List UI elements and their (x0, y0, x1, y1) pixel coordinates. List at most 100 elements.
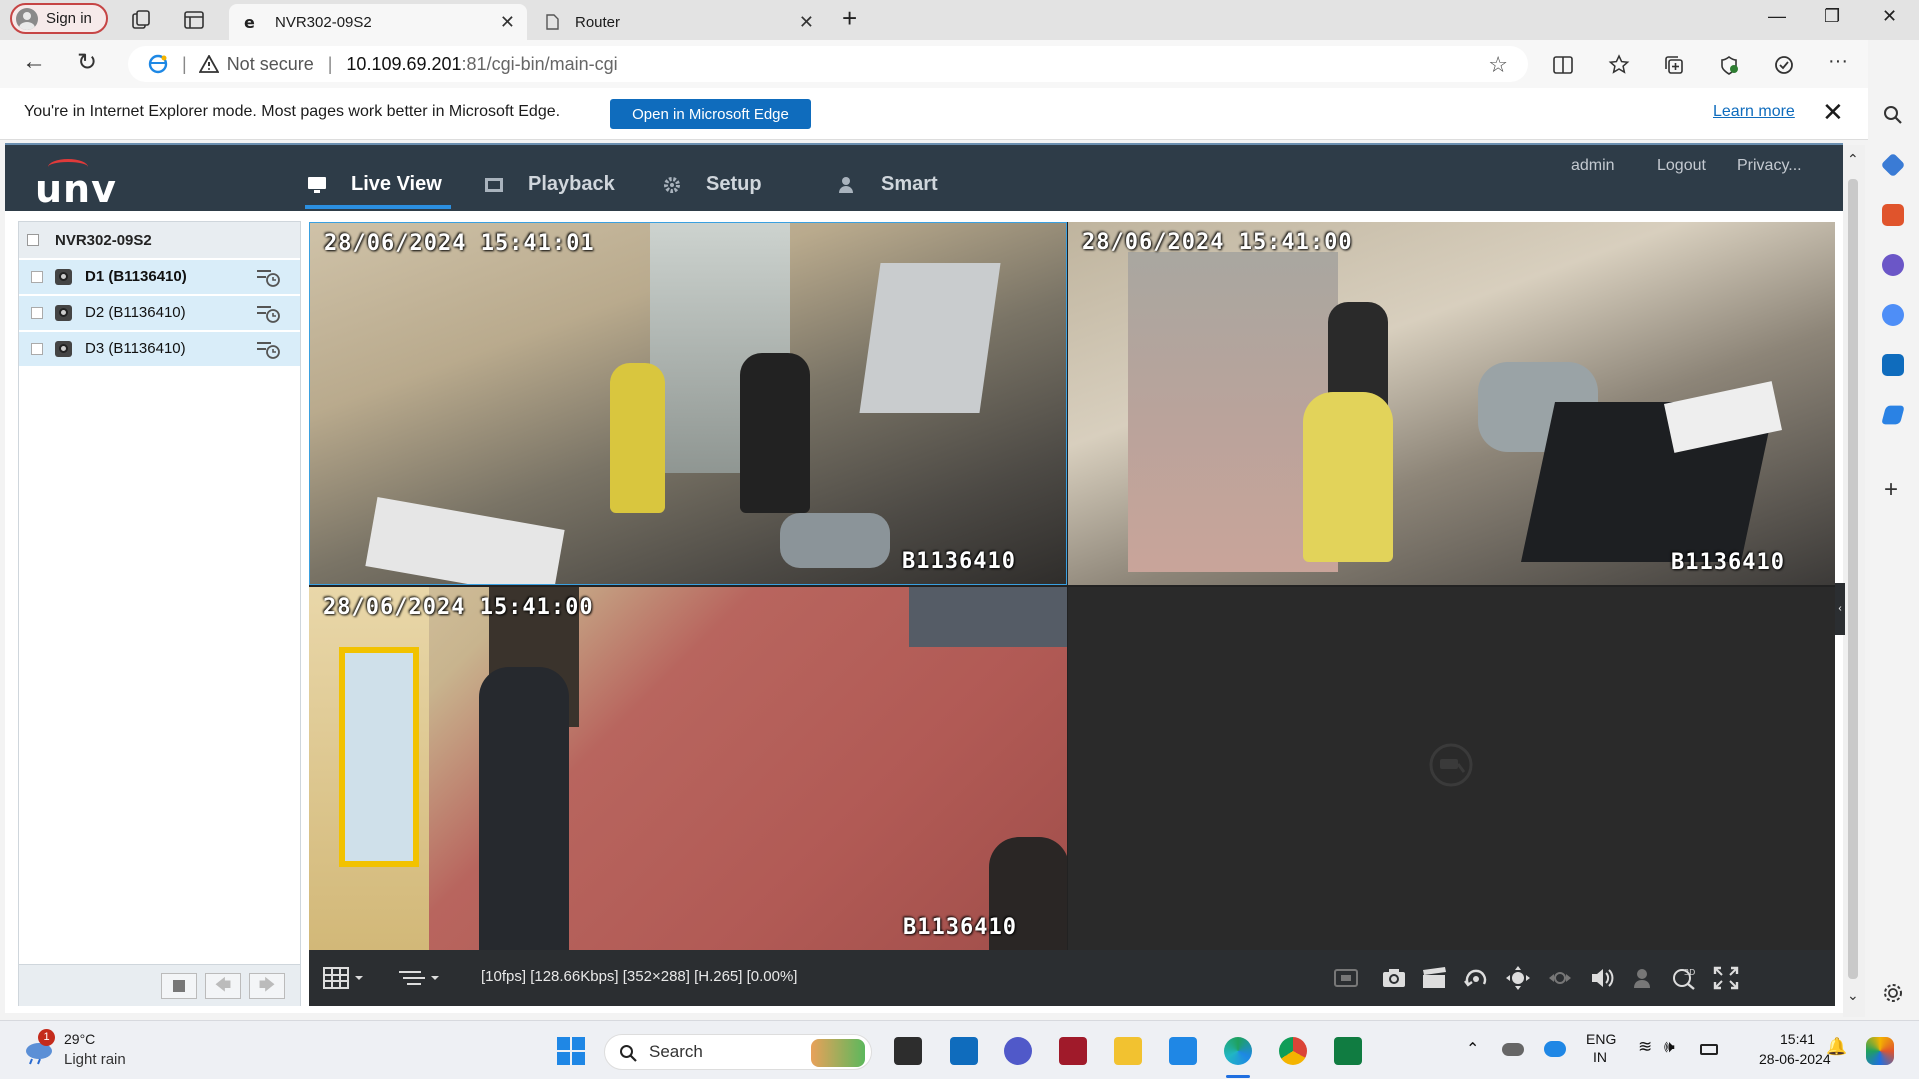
edge-app-icon[interactable] (1224, 1037, 1252, 1065)
audio-speaker-icon[interactable] (1589, 966, 1615, 990)
close-window-button[interactable]: ✕ (1882, 6, 1897, 27)
scrollbar-thumb[interactable] (1848, 179, 1858, 979)
sign-in-button[interactable]: Sign in (10, 3, 108, 34)
outlook-app-icon[interactable] (950, 1037, 978, 1065)
more-options-icon[interactable]: ··· (1827, 50, 1849, 72)
weather-desc[interactable]: Light rain (64, 1051, 126, 1068)
send-icon[interactable] (1881, 405, 1905, 425)
warning-icon[interactable] (198, 55, 219, 73)
video-feed-d3[interactable]: 28/06/2024 15:41:00 B1136410 (309, 587, 1067, 950)
language-top[interactable]: ENG (1586, 1031, 1616, 1047)
collections-icon[interactable] (1663, 54, 1685, 76)
device-row[interactable]: NVR302-09S2 (19, 222, 300, 258)
video-feed-d1[interactable]: 28/06/2024 15:41:01 B1136410 (309, 222, 1067, 585)
settings-gear-icon[interactable] (1882, 982, 1904, 1004)
tab-actions-icon[interactable] (183, 9, 205, 31)
browser-essentials-icon[interactable] (1718, 54, 1740, 76)
channel-checkbox[interactable] (31, 343, 43, 355)
teams-app-icon[interactable] (1004, 1037, 1032, 1065)
nav-live-view[interactable]: Live View (307, 173, 442, 196)
security-label[interactable]: Not secure (227, 54, 314, 75)
refresh-button[interactable]: ↻ (77, 48, 97, 77)
copilot-taskbar-icon[interactable] (1866, 1037, 1894, 1065)
wifi-icon[interactable]: ≋ (1638, 1037, 1652, 1057)
file-explorer-icon[interactable] (1114, 1037, 1142, 1065)
favorite-star-icon[interactable]: ☆ (1488, 52, 1508, 78)
channel-checkbox[interactable] (31, 271, 43, 283)
nav-setup[interactable]: Setup (662, 173, 762, 196)
record-status-icon[interactable] (256, 303, 280, 323)
record-status-icon[interactable] (256, 339, 280, 359)
snapshot-camera-icon[interactable] (1381, 966, 1407, 990)
language-bottom[interactable]: IN (1593, 1049, 1607, 1065)
scroll-up-icon[interactable]: ⌃ (1847, 151, 1859, 168)
weather-temp[interactable]: 29°C (64, 1031, 95, 1047)
onedrive-icon[interactable] (1502, 1043, 1524, 1056)
page-scrollbar[interactable]: ⌃ ⌄ (1843, 145, 1865, 1017)
next-page-button[interactable]: 🡆 (249, 973, 285, 999)
workspaces-icon[interactable] (130, 9, 152, 31)
windows-start-icon[interactable] (556, 1036, 586, 1066)
stream-select-icon[interactable] (397, 966, 445, 990)
channel-row[interactable]: D2 (B1136410) (19, 296, 300, 330)
logout-link[interactable]: Logout (1657, 157, 1706, 175)
split-screen-icon[interactable] (1552, 54, 1574, 76)
app-icon[interactable] (1059, 1037, 1087, 1065)
new-tab-button[interactable]: + (842, 3, 857, 34)
close-tab-icon[interactable]: ✕ (500, 12, 515, 33)
search-icon[interactable] (1882, 104, 1904, 126)
add-sidebar-app-icon[interactable]: + (1884, 476, 1898, 504)
ie-mode-icon[interactable] (148, 54, 168, 74)
channel-row[interactable]: D1 (B1136410) (19, 260, 300, 294)
favorites-icon[interactable] (1608, 54, 1630, 76)
layout-grid-icon[interactable] (323, 966, 369, 990)
open-in-edge-button[interactable]: Open in Microsoft Edge (610, 99, 811, 129)
scroll-down-icon[interactable]: ⌄ (1847, 987, 1859, 1004)
ptz-rotate-icon[interactable] (1463, 966, 1489, 990)
maximize-button[interactable]: ❐ (1824, 6, 1840, 27)
close-banner-icon[interactable]: ✕ (1822, 97, 1844, 128)
record-clip-icon[interactable] (1421, 966, 1447, 990)
nav-playback[interactable]: Playback (484, 173, 615, 196)
learn-more-link[interactable]: Learn more (1713, 103, 1795, 121)
ptz-control-icon[interactable] (1505, 966, 1531, 990)
previous-page-button[interactable]: 🡄 (205, 973, 241, 999)
digital-zoom-icon[interactable] (1333, 966, 1359, 990)
tab-nvr[interactable]: e NVR302-09S2 ✕ (229, 4, 527, 40)
games-icon[interactable] (1882, 254, 1904, 276)
excel-app-icon[interactable] (1334, 1037, 1362, 1065)
taskbar-search[interactable]: Search (604, 1034, 872, 1070)
video-feed-d2[interactable]: 28/06/2024 15:41:00 B1136410 (1068, 222, 1835, 585)
back-button[interactable]: ← (22, 48, 46, 76)
remote-desktop-icon[interactable] (1169, 1037, 1197, 1065)
microsoft-365-icon[interactable] (1882, 304, 1904, 326)
tab-router[interactable]: Router ✕ (529, 4, 826, 40)
weather-widget[interactable]: 1 (22, 1029, 56, 1065)
record-status-icon[interactable] (256, 267, 280, 287)
3d-zoom-icon[interactable]: 3D (1671, 966, 1697, 990)
notification-bell-icon[interactable]: 🔔 (1826, 1037, 1847, 1057)
clock-time[interactable]: 15:41 (1780, 1031, 1815, 1047)
close-tab-icon[interactable]: ✕ (799, 12, 814, 33)
task-view-icon[interactable] (894, 1037, 922, 1065)
device-checkbox[interactable] (27, 234, 39, 246)
empty-video-slot[interactable] (1068, 587, 1835, 950)
fisheye-icon[interactable] (1547, 966, 1573, 990)
user-link[interactable]: admin (1571, 157, 1615, 175)
battery-icon[interactable] (1700, 1044, 1718, 1055)
cloud-sync-icon[interactable] (1544, 1041, 1566, 1057)
fullscreen-icon[interactable] (1713, 966, 1739, 990)
show-hidden-icons[interactable]: ⌃ (1466, 1039, 1479, 1059)
clock-date[interactable]: 28-06-2024 (1759, 1051, 1831, 1067)
outlook-icon[interactable] (1882, 354, 1904, 376)
chrome-app-icon[interactable] (1279, 1037, 1307, 1065)
stop-all-button[interactable] (161, 973, 197, 999)
talk-microphone-icon[interactable] (1631, 966, 1657, 990)
volume-icon[interactable]: 🕪 (1664, 1037, 1675, 1057)
address-bar[interactable]: | Not secure | 10.109.69.201 :81/cgi-bin… (128, 46, 1528, 82)
shopping-tag-icon[interactable] (1880, 152, 1906, 178)
performance-icon[interactable] (1773, 54, 1795, 76)
channel-checkbox[interactable] (31, 307, 43, 319)
minimize-button[interactable]: — (1768, 6, 1786, 27)
channel-row[interactable]: D3 (B1136410) (19, 332, 300, 366)
